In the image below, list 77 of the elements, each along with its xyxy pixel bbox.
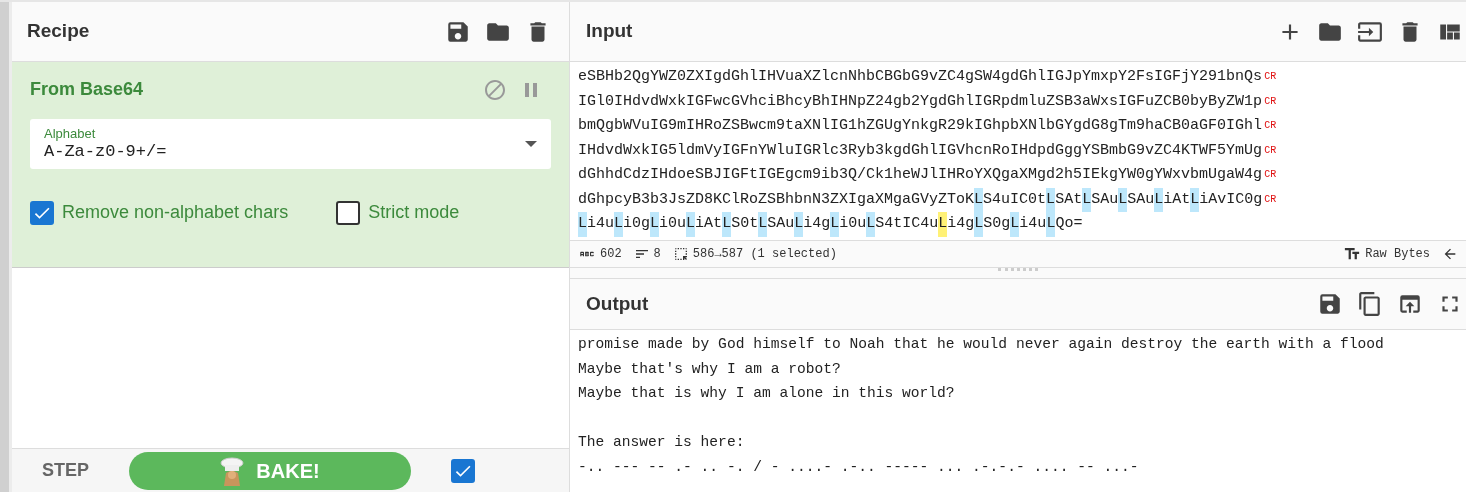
selection-icon: [672, 246, 689, 262]
input-text: IGl0IHdvdWxkIGFwcGVhciBhcyBhIHNpZ24gb2YgdGhlIGRpdmluZSB3aWxsIGFuZCB0byByZW1p: [578, 91, 1263, 112]
input-text: i4u: [1019, 214, 1047, 234]
resize-handle[interactable]: [998, 268, 1038, 271]
line-break-marker: CR: [1264, 119, 1277, 133]
input-text: iAvIC0g: [1199, 189, 1263, 210]
input-text: IHdvdWxkIG5ldmVyIGFnYWluIGRlc3Ryb3kgdGhlIGVhcnRoIHdpdGggYSBmbG9vZC4KTWF5YmUg: [578, 140, 1263, 161]
encoding-label[interactable]: Raw Bytes: [1365, 245, 1430, 263]
field-value: A-Za-z0-9+/=: [44, 141, 167, 163]
output-line: -.. --- -- .- .. -. / - ....- .-.. ----- ... .-.-.- .... -- ...-: [578, 457, 1140, 477]
input-text: iAt: [695, 214, 723, 234]
checkbox[interactable]: [451, 458, 475, 483]
line-break-marker: CR: [1264, 70, 1277, 84]
output-line: The answer is here:: [578, 433, 746, 452]
line-count: 8: [653, 246, 661, 263]
checkbox[interactable]: [336, 200, 361, 225]
input-text: i0u: [659, 214, 687, 234]
highlighted-match: L: [938, 212, 948, 237]
input-text: iAt: [1163, 189, 1191, 210]
line-break-marker: CR: [1264, 94, 1277, 109]
selection-info: 586→587 (1 selected): [692, 246, 837, 263]
highlighted-match: L: [1190, 187, 1200, 212]
line-break-marker: CR: [1264, 192, 1277, 207]
input-text: eSBHb2QgYWZ0ZXIgdGhlIHVuaXZlcnNhbCBGbG9vZC4gSW4gdGhlIGJpYmxpY2FsIGFjY291bnQs: [578, 67, 1263, 87]
highlighted-match: L: [866, 212, 876, 237]
input-text: S0t: [731, 214, 759, 234]
panel-title: Recipe: [27, 19, 90, 44]
highlighted-match: L: [794, 212, 804, 237]
input-text: i0u: [839, 214, 867, 234]
checkbox-label: Strict mode: [368, 201, 460, 224]
input-text: SAt: [1055, 189, 1083, 210]
input-text: S4tIC4u: [875, 214, 939, 234]
input-text: SAu: [1091, 189, 1119, 210]
character-count: 602: [600, 246, 622, 263]
input-text: bmQgbWVuIG9mIHRoZSBwcm9taXNlIG1hZGUgYnkgR29kIGhpbXNlbGYgdG8gTm9haCB0aGF0IGhl: [578, 116, 1263, 136]
panel-title: Output: [586, 291, 649, 316]
checkbox[interactable]: [30, 200, 54, 225]
checkbox-label: Remove non-alphabet chars: [62, 201, 289, 224]
highlighted-match: L: [1118, 187, 1128, 212]
input-text: i4u: [587, 214, 615, 234]
input-text: SAu: [767, 214, 795, 234]
chef-icon: [220, 455, 245, 486]
highlighted-match: L: [1010, 212, 1020, 237]
highlighted-match: L: [578, 212, 587, 237]
input-text: i0g: [623, 214, 651, 234]
input-text: i4g: [947, 214, 975, 234]
highlighted-match: L: [686, 212, 696, 237]
line-break-marker: CR: [1264, 168, 1277, 182]
operation-title: From Base64: [30, 78, 144, 101]
step-label[interactable]: STEP: [42, 457, 89, 484]
input-text: S4uIC0t: [983, 189, 1047, 210]
input-text: S0g: [983, 214, 1011, 234]
highlighted-match: L: [974, 212, 984, 237]
highlighted-match: L: [1154, 187, 1164, 212]
caret-icon: [525, 141, 537, 147]
input-text: i4g: [803, 214, 831, 234]
output-line: Maybe that's why I am a robot?: [578, 359, 842, 379]
highlighted-match: L: [974, 187, 984, 212]
highlighted-match: L: [722, 212, 732, 237]
highlighted-match: L: [830, 212, 840, 237]
highlighted-match: L: [1046, 187, 1056, 212]
output-line: Maybe that is why I am alone in this world?: [578, 384, 956, 403]
input-text: Qo=: [1055, 214, 1083, 234]
line-break-marker: CR: [1264, 143, 1277, 158]
highlighted-match: L: [1046, 212, 1056, 237]
input-text: SAu: [1127, 189, 1155, 210]
input-text: dGhhdCdzIHdoeSBJIGFtIGEgcm9ib3Q/Ck1heWJlIHRoYXQgaXMgd2h5IEkgYW0gYWxvbmUgaW4g: [578, 165, 1263, 185]
panel-title: Input: [586, 19, 633, 44]
input-text: dGhpcyB3b3JsZD8KClRoZSBhbnN3ZXIgaXMgaGVyZToK: [578, 189, 975, 210]
highlighted-match: L: [1082, 187, 1092, 212]
output-line: promise made by God himself to Noah that he would never again destroy the earth with a flood: [578, 335, 1385, 354]
arrow-left-icon[interactable]: [1442, 246, 1458, 262]
alphabet-dropdown[interactable]: Alphabet A-Za-z0-9+/=: [30, 119, 551, 169]
highlighted-match: L: [650, 212, 660, 237]
field-label: Alphabet: [44, 125, 97, 141]
highlighted-match: L: [758, 212, 768, 237]
highlighted-match: L: [614, 212, 624, 237]
